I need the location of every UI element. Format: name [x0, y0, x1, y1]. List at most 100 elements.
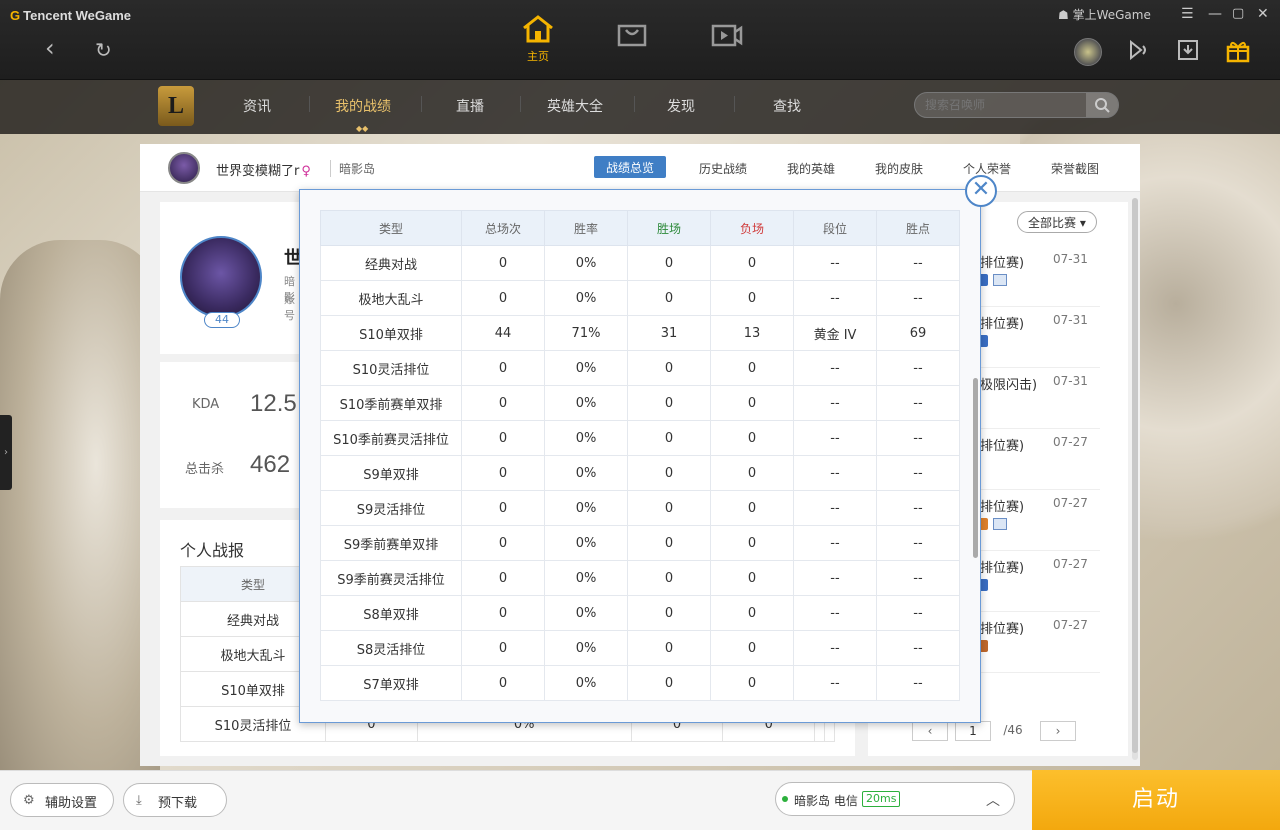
table-cell: 31	[627, 315, 711, 351]
nav-news[interactable]: 资讯	[243, 96, 271, 116]
nav-divider	[734, 96, 735, 112]
tab-honor-screenshots[interactable]: 荣誉截图	[1051, 160, 1099, 177]
table-cell: 0	[627, 560, 711, 596]
table-cell: --	[876, 665, 960, 701]
match-row[interactable]: 排位赛) 07-27	[978, 490, 1100, 551]
minimize-button[interactable]: —	[1208, 6, 1222, 22]
tab-overview[interactable]: 战绩总览	[594, 156, 667, 178]
close-window-button[interactable]: ✕	[1257, 6, 1269, 22]
screenshot-icon[interactable]	[993, 518, 1007, 530]
table-cell: 0%	[544, 385, 628, 421]
profile-avatar	[180, 236, 262, 318]
download-button[interactable]	[1176, 38, 1204, 66]
match-row[interactable]: 排位赛) 07-27	[978, 612, 1100, 673]
match-date: 07-27	[1053, 618, 1088, 632]
nav-search[interactable]: 查找	[773, 96, 801, 116]
tab-history[interactable]: 历史战绩	[699, 160, 747, 177]
table-cell: 0%	[544, 595, 628, 631]
tab-honors[interactable]: 个人荣誉	[963, 160, 1011, 177]
match-mode: 排位赛)	[980, 439, 1025, 454]
table-cell: 0	[710, 455, 794, 491]
predownload-button[interactable]: ⤓ 预下载	[123, 783, 227, 817]
table-cell: 0	[710, 630, 794, 666]
table-cell: 0%	[544, 245, 628, 281]
match-row[interactable]: 极限闪击) 07-31	[978, 368, 1100, 429]
assist-settings-button[interactable]: ⚙ 辅助设置	[10, 783, 114, 817]
table-cell: --	[793, 560, 877, 596]
col-winrate: 胜率	[544, 210, 628, 246]
panel-scrollbar[interactable]	[1132, 198, 1138, 760]
match-row[interactable]: 排位赛) 07-27	[978, 551, 1100, 612]
launch-button[interactable]: 启动	[1032, 770, 1280, 830]
table-cell: S10季前赛灵活排位	[320, 420, 462, 456]
match-row[interactable]: 排位赛) 07-31	[978, 246, 1100, 307]
scrollbar-thumb[interactable]	[1132, 198, 1138, 753]
season-stats-body: 经典对战 0 0% 0 0 -- -- 极地大乱斗 0 0% 0 0 -- -- S10单双排 44 71% 31…	[320, 245, 960, 701]
nav-discover[interactable]: 发现	[667, 96, 695, 116]
modal-close-button[interactable]: ✕	[965, 175, 997, 207]
match-date: 07-27	[1053, 557, 1088, 571]
table-cell: 0%	[544, 420, 628, 456]
prev-page-button[interactable]: ‹	[912, 721, 948, 741]
mobile-wegame-link[interactable]: ☗ 掌上WeGame	[1058, 6, 1151, 23]
table-cell: --	[793, 665, 877, 701]
nav-live[interactable]: 直播	[456, 96, 484, 116]
table-row: 极地大乱斗 0 0% 0 0 -- --	[320, 280, 960, 316]
nav-champions[interactable]: 英雄大全	[547, 96, 603, 116]
download-icon: ⤓	[136, 793, 142, 808]
table-row: S10季前赛灵活排位 0 0% 0 0 -- --	[320, 420, 960, 456]
match-filter-dropdown[interactable]: 全部比赛 ▾	[1017, 211, 1097, 233]
video-tab[interactable]	[707, 22, 747, 72]
server-selector[interactable]: 暗影岛 电信 20ms ︿	[775, 782, 1015, 816]
table-row: S10灵活排位 0 0% 0 0 -- --	[320, 350, 960, 386]
table-cell: 0	[627, 350, 711, 386]
table-cell: S9季前赛灵活排位	[320, 560, 462, 596]
profile-server: 暗影岛	[330, 160, 375, 177]
page-number-input[interactable]: 1	[955, 721, 991, 741]
table-cell: 0	[461, 595, 545, 631]
profile-avatar-small[interactable]	[168, 152, 200, 184]
nav-my-records[interactable]: 我的战绩	[335, 96, 391, 116]
table-cell: 0	[461, 525, 545, 561]
search-button[interactable]	[1086, 93, 1118, 117]
table-cell: 0	[461, 490, 545, 526]
season-stats-table: 类型 总场次 胜率 胜场 负场 段位 胜点 经典对战 0 0% 0 0 -- -- 极地大乱斗…	[320, 210, 960, 701]
table-cell: --	[876, 350, 960, 386]
maximize-button[interactable]: ▢	[1232, 6, 1244, 21]
store-tab[interactable]	[612, 22, 652, 72]
table-cell: 0	[710, 280, 794, 316]
stats-overview-modal: 类型 总场次 胜率 胜场 负场 段位 胜点 经典对战 0 0% 0 0 -- -- 极地大乱斗…	[299, 189, 981, 723]
top-bar: G Tencent WeGame ‹ ↻ 主页 ☗ 掌上WeGame ☰ — ▢ …	[0, 0, 1280, 80]
kda-label: KDA	[192, 397, 220, 412]
female-icon: ♀	[301, 164, 311, 179]
nav-divider	[634, 96, 635, 112]
screenshot-icon[interactable]	[993, 274, 1007, 286]
next-page-button[interactable]: ›	[1040, 721, 1076, 741]
server-status-icon	[782, 796, 788, 802]
wegame-logo-icon: G	[10, 8, 21, 23]
table-header-row: 类型 总场次 胜率 胜场 负场 段位 胜点	[320, 210, 960, 246]
summoner-search-input[interactable]	[925, 97, 1085, 113]
match-row[interactable]: 排位赛) 07-31	[978, 307, 1100, 368]
match-row[interactable]: 排位赛) 07-27	[978, 429, 1100, 490]
tab-my-skins[interactable]: 我的皮肤	[875, 160, 923, 177]
video-icon	[711, 24, 743, 47]
refresh-button[interactable]: ↻	[95, 40, 112, 60]
modal-scrollbar[interactable]	[973, 378, 978, 558]
nav-divider	[520, 96, 521, 112]
table-cell: S10季前赛单双排	[320, 385, 462, 421]
voice-button[interactable]	[1127, 38, 1155, 66]
home-tab[interactable]: 主页	[518, 14, 558, 64]
menu-button[interactable]: ☰	[1181, 6, 1194, 22]
table-cell: 0	[627, 490, 711, 526]
back-button[interactable]: ‹	[45, 36, 55, 60]
table-cell: --	[793, 280, 877, 316]
stats-card: KDA 12.5 总击杀 462	[160, 362, 300, 508]
table-cell: --	[876, 630, 960, 666]
table-cell: --	[876, 560, 960, 596]
col-rank: 段位	[793, 210, 877, 246]
gift-button[interactable]	[1225, 38, 1253, 66]
tab-my-champions[interactable]: 我的英雄	[787, 160, 835, 177]
user-avatar[interactable]	[1074, 38, 1102, 66]
sidebar-expand-tab[interactable]: ›	[0, 415, 12, 490]
